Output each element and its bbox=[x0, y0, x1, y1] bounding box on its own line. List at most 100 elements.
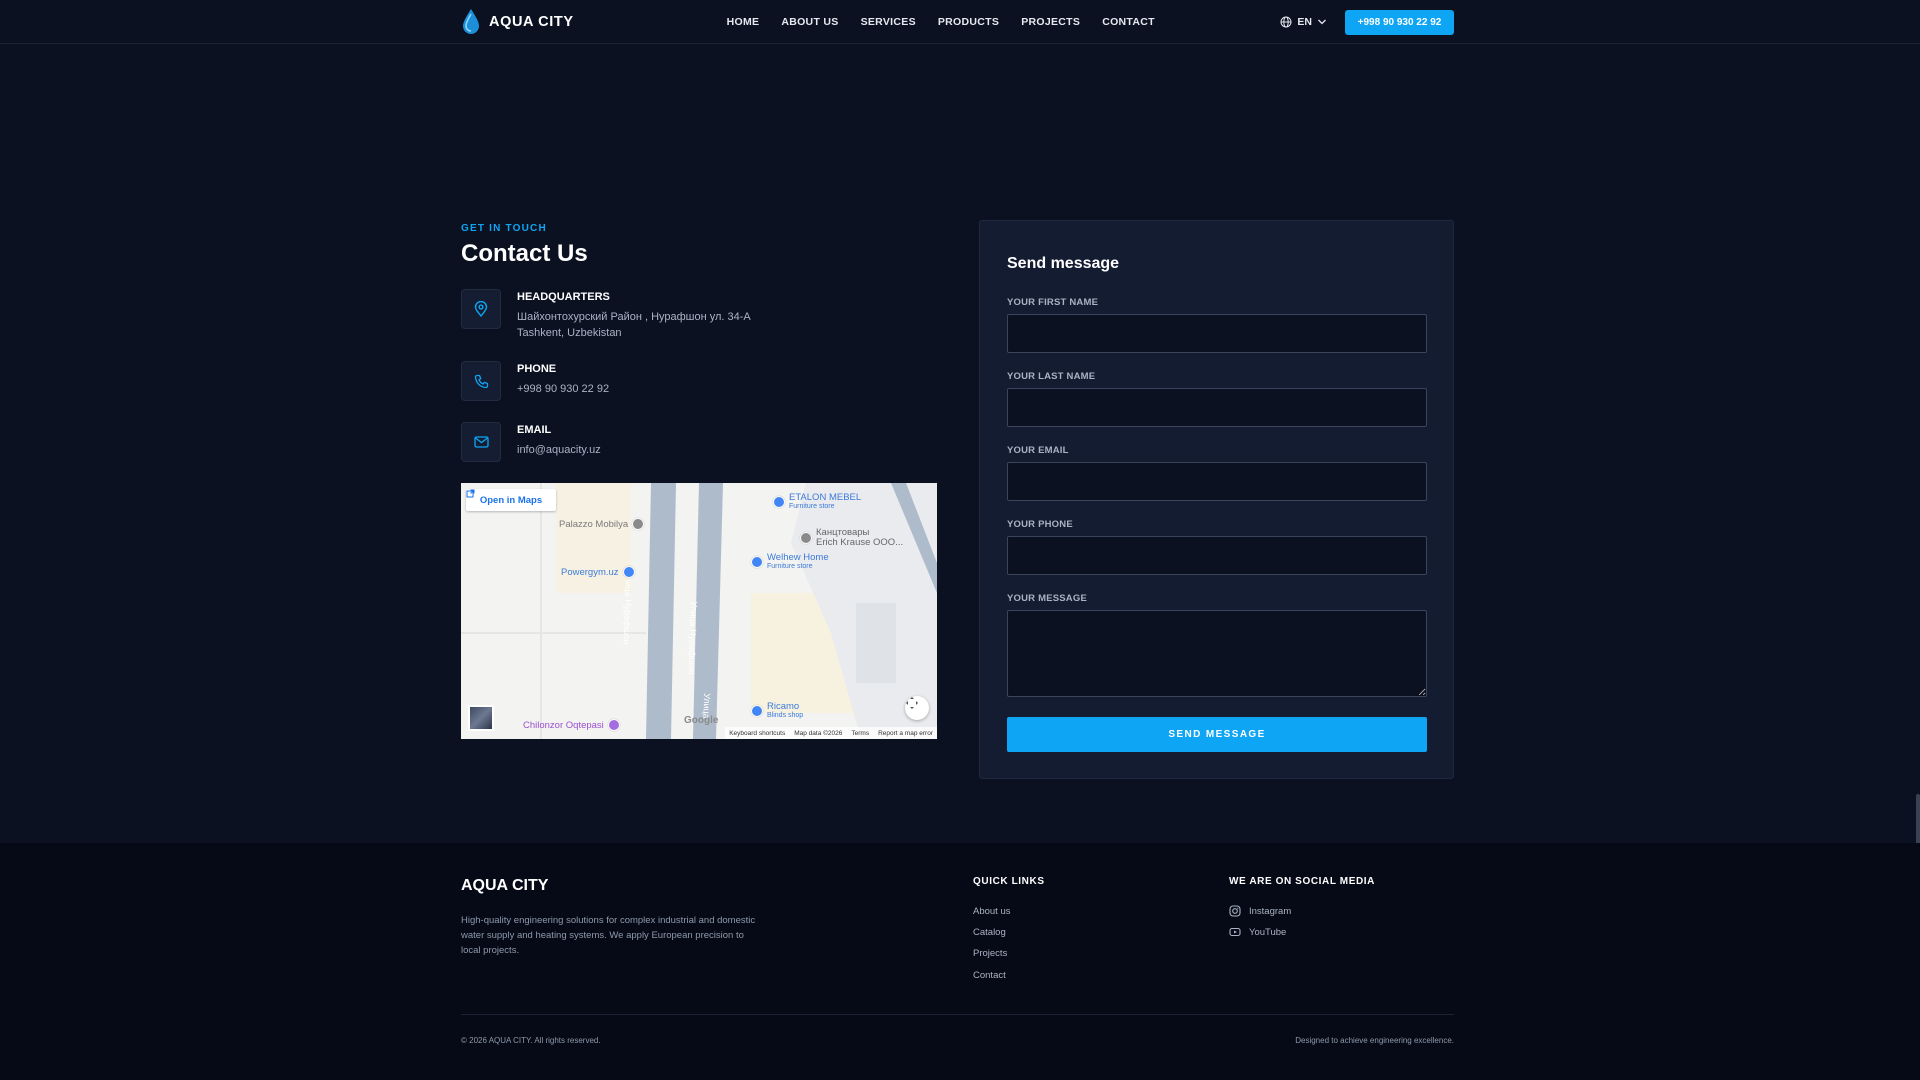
poi-kanc[interactable]: Канцтовары Erich Krause OOO... bbox=[800, 528, 903, 548]
nav-products[interactable]: PRODUCTS bbox=[938, 16, 999, 28]
poi-chilonzor-label: Chilonzor Oqtepasi bbox=[523, 719, 604, 731]
form-title: Send message bbox=[1007, 255, 1120, 272]
phone-icon bbox=[474, 374, 488, 388]
social-youtube[interactable]: YouTube bbox=[1229, 926, 1286, 938]
map-pin-icon bbox=[607, 719, 620, 731]
email-field[interactable] bbox=[1007, 462, 1427, 501]
copyright-text: © 2026 AQUA CITY. All rights reserved. bbox=[461, 1036, 601, 1045]
poi-ricamo-label: Ricamo bbox=[767, 701, 800, 712]
main-nav: HOME ABOUT US SERVICES PRODUCTS PROJECTS… bbox=[727, 16, 1155, 28]
logo-text: AQUA CITY bbox=[489, 14, 574, 30]
map-pin-icon bbox=[632, 518, 645, 530]
footer-brand: AQUA CITY bbox=[461, 877, 549, 894]
poi-etalon[interactable]: ETALON MEBEL Furniture store bbox=[773, 492, 861, 511]
phone-field[interactable] bbox=[1007, 536, 1427, 575]
phone-value[interactable]: +998 90 930 22 92 bbox=[517, 381, 609, 397]
last-name-field[interactable] bbox=[1007, 388, 1427, 427]
nav-home[interactable]: HOME bbox=[727, 16, 760, 28]
satellite-toggle[interactable] bbox=[468, 705, 494, 731]
instagram-label: Instagram bbox=[1249, 905, 1292, 917]
terms-link[interactable]: Terms bbox=[851, 730, 869, 737]
phone-field-label: YOUR PHONE bbox=[1007, 519, 1073, 530]
mail-icon bbox=[473, 436, 489, 448]
headquarters-item: HEADQUARTERS Шайхонтохурский Район , Нур… bbox=[461, 289, 751, 341]
headquarters-label: HEADQUARTERS bbox=[517, 291, 610, 303]
youtube-label: YouTube bbox=[1249, 926, 1287, 938]
footer-divider bbox=[461, 1014, 1454, 1015]
message-field[interactable] bbox=[1007, 610, 1427, 697]
poi-welhew-sub: Furniture store bbox=[767, 563, 813, 570]
social-instagram[interactable]: Instagram bbox=[1229, 905, 1291, 917]
message-field-label: YOUR MESSAGE bbox=[1007, 593, 1087, 604]
headquarters-address-line2: Tashkent, Uzbekistan bbox=[517, 327, 622, 339]
poi-kanc-label-2: Erich Krause OOO... bbox=[816, 537, 904, 548]
phone-label: PHONE bbox=[517, 363, 557, 375]
quick-links-title: QUICK LINKS bbox=[973, 876, 1045, 887]
keyboard-shortcuts-link[interactable]: Keyboard shortcuts bbox=[729, 730, 785, 737]
youtube-icon bbox=[1229, 927, 1241, 937]
poi-welhew-label: Welhew Home bbox=[767, 552, 829, 563]
send-message-button[interactable]: SEND MESSAGE bbox=[1007, 717, 1427, 752]
map-footer: Keyboard shortcuts Map data ©2026 Terms … bbox=[725, 727, 937, 739]
site-footer: AQUA CITY High-quality engineering solut… bbox=[0, 843, 1920, 1080]
poi-etalon-sub: Furniture store bbox=[789, 503, 835, 510]
email-value[interactable]: info@aquacity.uz bbox=[517, 442, 601, 458]
report-map-error-link[interactable]: Report a map error bbox=[878, 730, 933, 737]
send-message-form: Send message YOUR FIRST NAME YOUR LAST N… bbox=[979, 220, 1454, 779]
poi-chilonzor[interactable]: Chilonzor Oqtepasi bbox=[523, 719, 620, 731]
location-pin-icon bbox=[474, 301, 488, 317]
page-title: Contact Us bbox=[461, 240, 588, 267]
map-pin-icon bbox=[800, 532, 812, 544]
location-map[interactable]: Улица Нурафшон Улица Нурафшон Улица Open… bbox=[461, 483, 937, 739]
fullscreen-button[interactable] bbox=[905, 696, 929, 720]
open-in-maps-link[interactable]: Open in Maps bbox=[466, 489, 556, 511]
last-name-label: YOUR LAST NAME bbox=[1007, 371, 1096, 382]
footer-link-catalog[interactable]: Catalog bbox=[973, 927, 1006, 938]
language-label: EN bbox=[1297, 16, 1312, 28]
chevron-down-icon bbox=[1318, 19, 1326, 25]
top-header: AQUA CITY HOME ABOUT US SERVICES PRODUCT… bbox=[0, 0, 1920, 44]
poi-palazzo-label: Palazzo Mobilya bbox=[559, 518, 629, 530]
footer-link-contact[interactable]: Contact bbox=[973, 970, 1006, 981]
section-eyebrow: GET IN TOUCH bbox=[461, 223, 547, 234]
open-in-maps-label: Open in Maps bbox=[479, 494, 543, 506]
poi-etalon-label: ETALON MEBEL bbox=[789, 492, 862, 503]
poi-ricamo[interactable]: Ricamo Blinds shop bbox=[751, 701, 803, 720]
footer-description: High-quality engineering solutions for c… bbox=[461, 915, 756, 956]
email-label: EMAIL bbox=[517, 424, 552, 436]
water-drop-icon bbox=[463, 9, 479, 34]
nav-about-us[interactable]: ABOUT US bbox=[781, 16, 838, 28]
nav-services[interactable]: SERVICES bbox=[861, 16, 916, 28]
poi-palazzo[interactable]: Palazzo Mobilya bbox=[559, 518, 645, 530]
nav-contact[interactable]: CONTACT bbox=[1102, 16, 1155, 28]
map-pin-icon bbox=[773, 495, 785, 508]
poi-welhew[interactable]: Welhew Home Furniture store bbox=[751, 552, 829, 571]
designed-tagline: Designed to achieve engineering excellen… bbox=[1295, 1036, 1454, 1045]
instagram-icon bbox=[1229, 905, 1241, 917]
poi-powergym[interactable]: Powergym.uz bbox=[561, 566, 635, 578]
email-item: EMAIL info@aquacity.uz bbox=[461, 422, 601, 462]
map-pin-icon bbox=[751, 555, 763, 568]
first-name-field[interactable] bbox=[1007, 314, 1427, 353]
social-media-title: WE ARE ON SOCIAL MEDIA bbox=[1229, 876, 1375, 887]
logo[interactable]: AQUA CITY bbox=[461, 8, 574, 36]
email-field-label: YOUR EMAIL bbox=[1007, 445, 1069, 456]
email-icon-box bbox=[461, 422, 501, 462]
nav-projects[interactable]: PROJECTS bbox=[1021, 16, 1080, 28]
footer-link-projects[interactable]: Projects bbox=[973, 948, 1007, 959]
phone-call-button[interactable]: +998 90 930 22 92 bbox=[1345, 9, 1454, 35]
globe-icon bbox=[1280, 16, 1292, 28]
map-pin-icon bbox=[622, 566, 635, 578]
headquarters-address-line1: Шайхонтохурский Район , Нурафшон ул. 34-… bbox=[517, 311, 751, 323]
phone-icon-box bbox=[461, 361, 501, 401]
external-link-icon bbox=[466, 489, 475, 498]
first-name-label: YOUR FIRST NAME bbox=[1007, 297, 1099, 308]
footer-link-about-us[interactable]: About us bbox=[973, 906, 1011, 917]
fullscreen-icon bbox=[906, 697, 918, 709]
poi-ricamo-sub: Blinds shop bbox=[767, 712, 804, 719]
google-logo: Google bbox=[684, 715, 719, 726]
map-roads bbox=[461, 483, 937, 739]
phone-item: PHONE +998 90 930 22 92 bbox=[461, 361, 609, 401]
poi-powergym-label: Powergym.uz bbox=[561, 566, 619, 578]
language-selector[interactable]: EN bbox=[1280, 16, 1327, 28]
